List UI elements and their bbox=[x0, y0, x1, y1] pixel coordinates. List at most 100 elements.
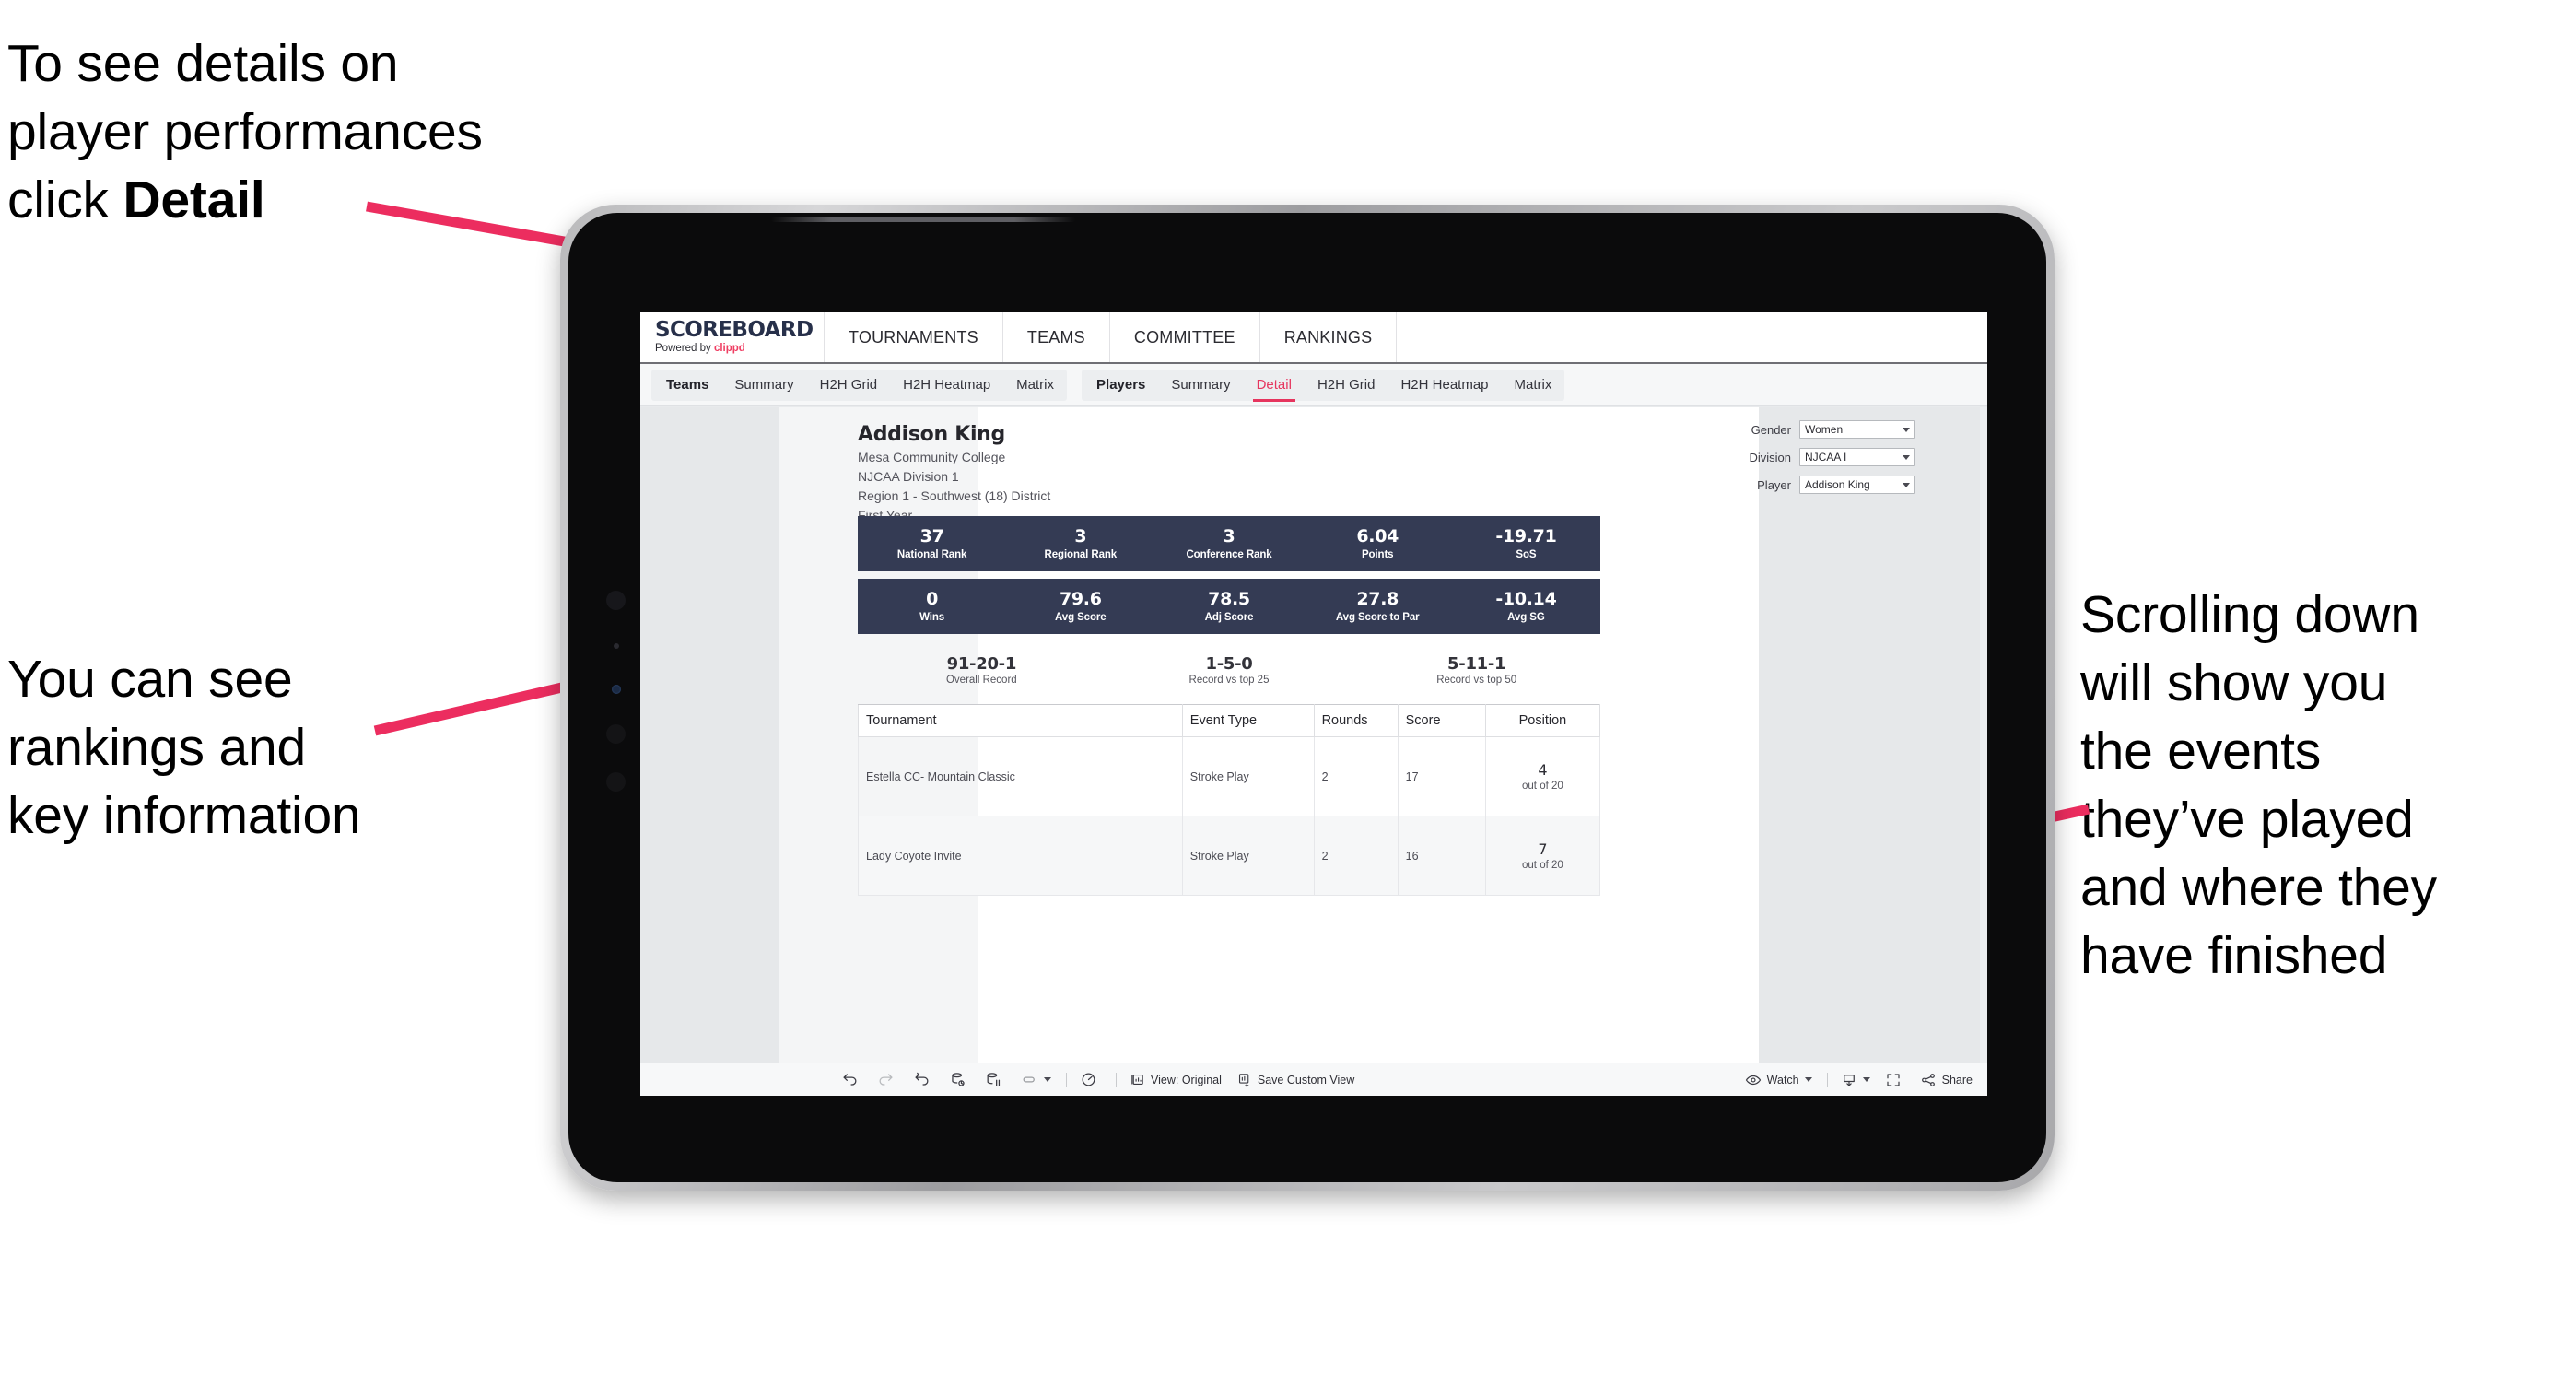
stat-points-label: Points bbox=[1361, 548, 1394, 560]
column-header-position[interactable]: Position bbox=[1484, 704, 1601, 737]
player-name: Addison King bbox=[858, 423, 1005, 446]
tablet-sensor-icon bbox=[614, 643, 619, 649]
stat-wins-label: Wins bbox=[919, 611, 945, 623]
column-header-rounds[interactable]: Rounds bbox=[1313, 704, 1399, 737]
filter-row-player: Player Addison King bbox=[1713, 476, 1915, 494]
tab-teams-h2h-grid[interactable]: H2H Grid bbox=[807, 370, 891, 401]
tab-players-summary[interactable]: Summary bbox=[1158, 370, 1243, 401]
column-header-tournament[interactable]: Tournament bbox=[858, 704, 1183, 737]
chevron-down-icon bbox=[1903, 454, 1910, 460]
cell-position-number: 4 bbox=[1538, 760, 1548, 779]
watch-label: Watch bbox=[1766, 1073, 1799, 1086]
watch-button[interactable]: Watch bbox=[1745, 1072, 1812, 1088]
save-custom-view-button[interactable]: Save Custom View bbox=[1236, 1072, 1354, 1087]
tablet-button-lower bbox=[606, 772, 626, 792]
tab-players-matrix[interactable]: Matrix bbox=[1502, 370, 1565, 401]
pause-updates-button[interactable] bbox=[985, 1071, 1002, 1088]
column-header-score[interactable]: Score bbox=[1397, 704, 1486, 737]
tabgroup-teams-label: Teams bbox=[666, 377, 709, 393]
cell-tournament: Estella CC- Mountain Classic bbox=[858, 736, 1183, 816]
download-button[interactable] bbox=[1841, 1072, 1870, 1088]
tablet-lens-icon bbox=[612, 685, 621, 694]
vertical-scrollbar[interactable] bbox=[1980, 407, 1987, 1063]
record-summary-row: 91-20-1 Overall Record 1-5-0 Record vs t… bbox=[858, 645, 1600, 695]
undo-button[interactable] bbox=[841, 1071, 859, 1088]
filter-select-gender[interactable]: Women bbox=[1799, 420, 1915, 439]
tab-teams-matrix[interactable]: Matrix bbox=[1003, 370, 1067, 401]
visualization-canvas: Addison King Mesa Community College NJCA… bbox=[640, 407, 1987, 1063]
refresh-data-button[interactable] bbox=[949, 1071, 966, 1088]
fullscreen-button[interactable] bbox=[1885, 1072, 1902, 1088]
cell-position-outof: out of 20 bbox=[1522, 860, 1563, 872]
app-tab-bar: Teams Summary H2H Grid H2H Heatmap Matri… bbox=[640, 364, 1987, 406]
filter-select-division[interactable]: NJCAA I bbox=[1799, 448, 1915, 466]
stat-avg-sg: -10.14 Avg SG bbox=[1452, 589, 1600, 623]
tab-players-detail[interactable]: Detail bbox=[1244, 370, 1305, 402]
revert-button[interactable] bbox=[913, 1071, 931, 1088]
record-vs-top-25-value: 1-5-0 bbox=[1205, 653, 1253, 674]
stat-avg-score-to-par-label: Avg Score to Par bbox=[1335, 611, 1420, 623]
share-button[interactable]: Share bbox=[1920, 1072, 1973, 1088]
tab-players-h2h-heatmap[interactable]: H2H Heatmap bbox=[1388, 370, 1501, 401]
redo-icon bbox=[879, 1074, 893, 1086]
filter-label-gender: Gender bbox=[1751, 422, 1791, 437]
performance-icon bbox=[1082, 1073, 1095, 1086]
toolbar-divider bbox=[1826, 1072, 1828, 1087]
stats-bar-rankings: 37 National Rank 3 Regional Rank 3 Confe… bbox=[858, 516, 1600, 571]
column-header-event-type[interactable]: Event Type bbox=[1181, 704, 1315, 737]
stat-avg-sg-label: Avg SG bbox=[1507, 611, 1545, 623]
view-original-label: View: Original bbox=[1151, 1073, 1222, 1086]
tablet-device: SCOREBOARD Powered by clippd TOURNAMENTS… bbox=[560, 205, 2055, 1191]
filter-panel: Gender Women Division NJCAA I Player Add… bbox=[1713, 420, 1915, 503]
player-region: Region 1 - Southwest (18) District bbox=[858, 488, 1051, 504]
app-brand-logo[interactable]: SCOREBOARD Powered by clippd bbox=[640, 312, 825, 362]
device-preview-button[interactable] bbox=[1021, 1071, 1051, 1088]
brand-subtitle-clippd: clippd bbox=[713, 343, 745, 355]
cell-position: 7 out of 20 bbox=[1484, 816, 1601, 896]
stat-avg-score-label: Avg Score bbox=[1055, 611, 1107, 623]
record-vs-top-25-label: Record vs top 25 bbox=[1188, 675, 1270, 687]
brand-title: SCOREBOARD bbox=[655, 318, 814, 343]
stat-national-rank-label: National Rank bbox=[896, 548, 967, 560]
tablet-screen: SCOREBOARD Powered by clippd TOURNAMENTS… bbox=[640, 312, 1987, 1096]
filter-select-player[interactable]: Addison King bbox=[1799, 476, 1915, 494]
stat-sos-label: SoS bbox=[1516, 548, 1537, 560]
topnav-spacer bbox=[1397, 312, 1987, 362]
stat-sos: -19.71 SoS bbox=[1452, 526, 1600, 560]
stat-avg-score-to-par: 27.8 Avg Score to Par bbox=[1304, 589, 1452, 623]
topnav-item-teams[interactable]: TEAMS bbox=[1003, 312, 1110, 362]
tab-players-h2h-grid[interactable]: H2H Grid bbox=[1305, 370, 1388, 401]
stat-avg-score-to-par-value: 27.8 bbox=[1356, 589, 1399, 610]
annotation-detail-line3-prefix: click bbox=[7, 170, 123, 230]
cell-position-number: 7 bbox=[1538, 840, 1548, 858]
record-vs-top-50: 5-11-1 Record vs top 50 bbox=[1352, 654, 1600, 687]
chevron-down-icon bbox=[1862, 1077, 1870, 1082]
chevron-down-icon bbox=[1903, 427, 1910, 432]
tablet-bezel: SCOREBOARD Powered by clippd TOURNAMENTS… bbox=[568, 213, 2046, 1182]
topnav-item-rankings[interactable]: RANKINGS bbox=[1260, 312, 1398, 362]
record-overall: 91-20-1 Overall Record bbox=[858, 654, 1106, 687]
tablet-speaker-grill bbox=[771, 217, 1075, 222]
share-label: Share bbox=[1941, 1073, 1973, 1086]
view-icon bbox=[1131, 1074, 1143, 1086]
table-header-row: Tournament Event Type Rounds Score Posit… bbox=[858, 704, 1601, 737]
tab-teams-summary[interactable]: Summary bbox=[721, 370, 806, 401]
redo-button[interactable] bbox=[877, 1071, 895, 1088]
toolbar-divider bbox=[1066, 1072, 1067, 1087]
topnav-item-tournaments[interactable]: TOURNAMENTS bbox=[825, 312, 1003, 362]
tablet-camera-icon bbox=[606, 591, 626, 610]
cell-rounds: 2 bbox=[1313, 816, 1399, 896]
tab-teams-h2h-heatmap[interactable]: H2H Heatmap bbox=[890, 370, 1003, 401]
table-row[interactable]: Lady Coyote Invite Stroke Play 2 16 7 ou… bbox=[858, 816, 1601, 896]
view-original-button[interactable]: View: Original bbox=[1130, 1072, 1222, 1087]
record-vs-top-50-label: Record vs top 50 bbox=[1436, 675, 1517, 687]
stat-regional-rank-label: Regional Rank bbox=[1044, 548, 1118, 560]
stat-conference-rank-label: Conference Rank bbox=[1186, 548, 1272, 560]
cell-position: 4 out of 20 bbox=[1484, 736, 1601, 816]
topnav-item-committee[interactable]: COMMITTEE bbox=[1110, 312, 1260, 362]
filter-row-division: Division NJCAA I bbox=[1713, 448, 1915, 466]
table-row[interactable]: Estella CC- Mountain Classic Stroke Play… bbox=[858, 736, 1601, 816]
stat-conference-rank-value: 3 bbox=[1223, 526, 1235, 547]
performance-button[interactable] bbox=[1080, 1071, 1097, 1088]
player-division: NJCAA Division 1 bbox=[858, 468, 959, 484]
